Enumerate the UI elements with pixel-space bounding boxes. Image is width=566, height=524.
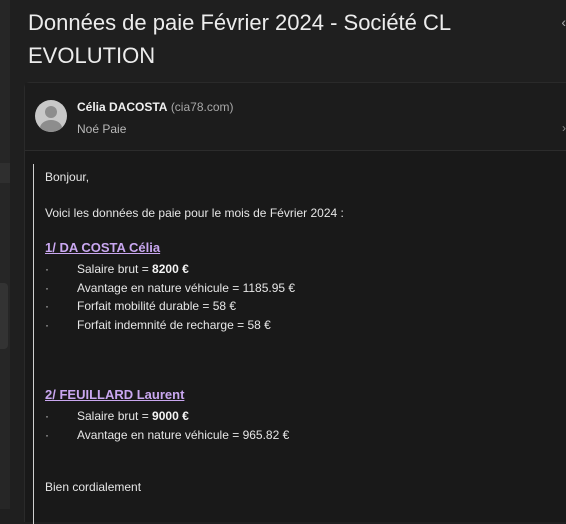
chevron-left-icon[interactable]: ‹ [561, 14, 566, 30]
bullet: · [45, 428, 49, 442]
sender-name: Célia DACOSTA [77, 100, 168, 114]
greeting: Bonjour, [45, 170, 90, 184]
section-title-1: 1/ DA COSTA Célia [45, 240, 161, 255]
section-title-2: 2/ FEUILLARD Laurent [45, 387, 185, 402]
rail-scroll-handle[interactable] [0, 283, 8, 349]
bullet: · [45, 299, 49, 313]
recipient[interactable]: Noé Paie [77, 122, 126, 136]
bullet: · [45, 262, 49, 276]
avatar-placeholder-icon[interactable] [35, 100, 67, 132]
intro: Voici les données de paie pour le mois d… [45, 206, 344, 220]
closing: Bien cordialement [45, 480, 142, 494]
email-subject: Données de paie Février 2024 - Société C… [28, 10, 451, 68]
sender[interactable]: Célia DACOSTA (cia78.com) [77, 100, 234, 114]
list-item: Forfait mobilité durable = 58 € [77, 299, 237, 313]
email-card: Célia DACOSTA (cia78.com) Noé Paie › Bon… [24, 82, 566, 524]
bullet: · [45, 281, 49, 295]
chevron-right-icon[interactable]: › [562, 121, 566, 135]
sender-domain: (cia78.com) [170, 100, 234, 114]
list-item: Salaire brut = 9000 € [77, 409, 189, 423]
rail-marker [0, 163, 10, 183]
email-header: Célia DACOSTA (cia78.com) Noé Paie › [25, 83, 566, 151]
list-item: Salaire brut = 8200 € [77, 262, 189, 276]
list-item: Forfait indemnité de recharge = 58 € [77, 318, 271, 332]
list-item: Avantage en nature véhicule = 965.82 € [77, 428, 290, 442]
list-item: Avantage en nature véhicule = 1185.95 € [77, 281, 296, 295]
bullet: · [45, 318, 49, 332]
left-rail [0, 0, 10, 509]
bullet: · [45, 409, 49, 423]
email-body: Bonjour, Voici les données de paie pour … [33, 164, 566, 524]
